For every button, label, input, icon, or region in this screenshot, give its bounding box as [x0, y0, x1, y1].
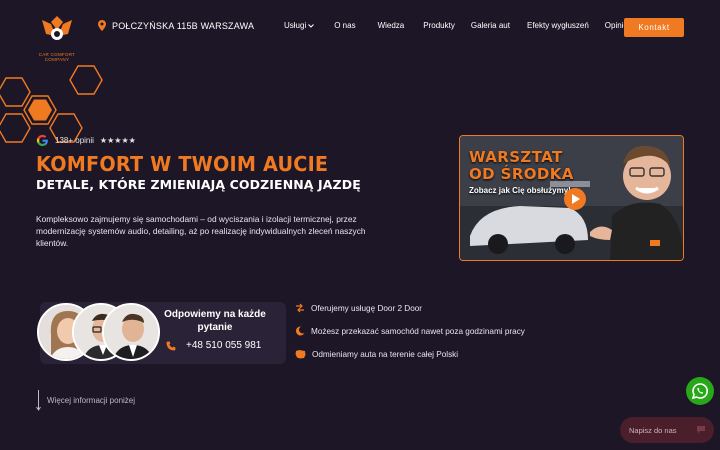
- phone-icon: [166, 341, 176, 350]
- nav-item-label: Usługi: [284, 21, 307, 30]
- contact-title: Odpowiemy na każde pytanie: [164, 309, 266, 333]
- location-pin-icon: [98, 20, 106, 31]
- chevron-down-icon: [308, 23, 315, 28]
- feature-all-poland: Odmieniamy auta na terenie całej Polski: [295, 349, 458, 359]
- workshop-video[interactable]: WARSZTAT OD ŚRODKA Zobacz jak Cię obsłuż…: [459, 135, 684, 261]
- feature-text: Oferujemy usługę Door 2 Door: [311, 303, 423, 313]
- feature-text: Odmieniamy auta na terenie całej Polski: [312, 349, 459, 359]
- more-info-link[interactable]: Więcej informacji poniżej: [36, 390, 135, 412]
- poland-map-icon: [295, 350, 306, 359]
- kontakt-button[interactable]: Kontakt: [624, 18, 684, 37]
- chat-placeholder: Napisz do nas: [629, 425, 677, 435]
- chat-widget[interactable]: Napisz do nas: [620, 417, 714, 443]
- rating-stars: ★★★★★: [99, 136, 136, 145]
- logo[interactable]: [34, 12, 80, 52]
- moon-icon: [295, 326, 305, 336]
- nav-item-label: O nas: [334, 21, 356, 30]
- rating-text: 138+ opinii: [55, 136, 94, 145]
- address[interactable]: POŁCZYŃSKA 115B WARSZAWA: [98, 20, 254, 31]
- nav-item-produkty[interactable]: Produkty: [423, 21, 455, 30]
- whatsapp-icon: [691, 383, 708, 400]
- chat-bubble-icon: [697, 426, 705, 434]
- hero-title: KOMFORT W TWOIM AUCIE: [36, 152, 329, 176]
- logo-wordmark: CAR COMFORT COMPANY: [38, 52, 76, 62]
- nav-item-label: Efekty wygłuszeń: [526, 21, 589, 30]
- nav-item-label: Produkty: [423, 21, 455, 30]
- nav-item-label: Wiedza: [377, 21, 405, 30]
- whatsapp-button[interactable]: [686, 377, 714, 405]
- google-rating[interactable]: 138+ opinii ★★★★★: [36, 134, 136, 147]
- nav-item-uslugi[interactable]: Usługi: [284, 21, 315, 30]
- google-icon: [36, 134, 48, 147]
- nav-item-efekty-wygluszen[interactable]: Efekty wygłuszeń: [527, 21, 589, 30]
- phone-link[interactable]: +48 510 055 981: [166, 340, 261, 351]
- door-to-door-icon: [296, 303, 304, 313]
- nav-item-galeria-aut[interactable]: Galeria aut: [471, 21, 510, 30]
- more-info-text: Więcej informacji poniżej: [47, 396, 136, 405]
- phone-number: +48 510 055 981: [186, 340, 262, 351]
- video-title-line1: WARSZTAT: [469, 148, 563, 166]
- video-title-line2: OD ŚRODKA: [469, 165, 574, 183]
- video-subtitle: Zobacz jak Cię obsłużymy!: [469, 186, 571, 195]
- hero-description: Kompleksowo zajmujemy się samochodami – …: [36, 214, 366, 248]
- main-nav: Usługi O nas Wiedza Produkty Galeria aut…: [284, 21, 628, 30]
- logo-icon: [42, 16, 72, 40]
- address-text: POŁCZYŃSKA 115B WARSZAWA: [112, 20, 255, 31]
- play-icon[interactable]: [564, 188, 586, 210]
- arrow-down-icon: [36, 390, 41, 411]
- nav-item-wiedza[interactable]: Wiedza: [378, 21, 405, 30]
- nav-item-o-nas[interactable]: O nas: [334, 21, 355, 30]
- feature-door-to-door: Oferujemy usługę Door 2 Door: [295, 303, 422, 313]
- hero-subtitle: DETALE, KTÓRE ZMIENIAJĄ CODZIENNĄ JAZDĘ: [36, 177, 361, 192]
- header: CAR COMFORT COMPANY POŁCZYŃSKA 115B WARSZ…: [0, 0, 720, 62]
- nav-item-label: Galeria aut: [470, 21, 510, 30]
- feature-text: Możesz przekazać samochód nawet poza god…: [311, 326, 525, 336]
- feature-after-hours: Możesz przekazać samochód nawet poza god…: [295, 326, 525, 336]
